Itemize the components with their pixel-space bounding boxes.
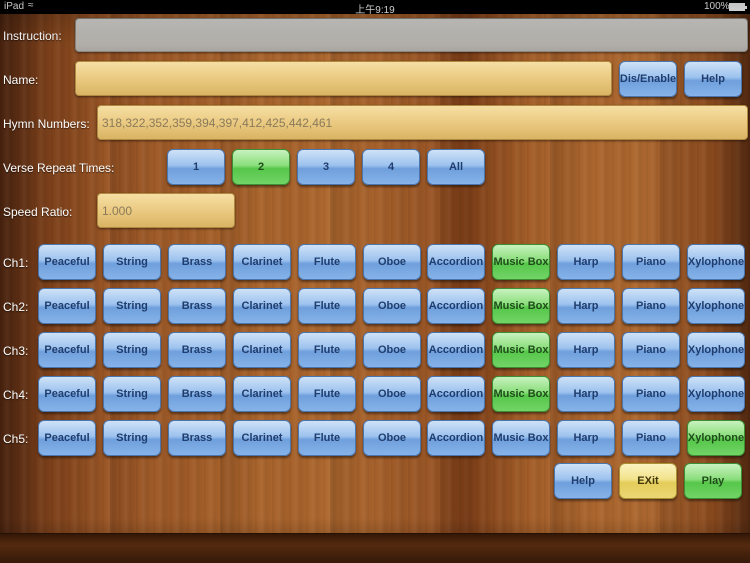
ch1-accordion-button[interactable]: Accordion (427, 244, 485, 280)
ch5-xylophone-button[interactable]: Xylophone (687, 420, 745, 456)
ch5-flute-button[interactable]: Flute (298, 420, 356, 456)
help-top-button[interactable]: Help (684, 61, 742, 97)
ch4-clarinet-button[interactable]: Clarinet (233, 376, 291, 412)
ch3-flute-button[interactable]: Flute (298, 332, 356, 368)
bottom-wood-plank (0, 533, 750, 563)
ch2-oboe-button[interactable]: Oboe (363, 288, 421, 324)
ch4-oboe-button[interactable]: Oboe (363, 376, 421, 412)
ch4-piano-button[interactable]: Piano (622, 376, 680, 412)
speed-ratio-input[interactable]: 1.000 (97, 193, 235, 228)
channel-1-label: Ch1: (3, 256, 29, 270)
verse-option-1-button[interactable]: 1 (167, 149, 225, 185)
ch3-clarinet-button[interactable]: Clarinet (233, 332, 291, 368)
ch4-accordion-button[interactable]: Accordion (427, 376, 485, 412)
ch4-music-box-button[interactable]: Music Box (492, 376, 550, 412)
name-input[interactable] (75, 61, 612, 96)
ch1-peaceful-button[interactable]: Peaceful (38, 244, 96, 280)
instruction-field (75, 18, 748, 52)
ch5-string-button[interactable]: String (103, 420, 161, 456)
ch4-string-button[interactable]: String (103, 376, 161, 412)
ch3-music-box-button[interactable]: Music Box (492, 332, 550, 368)
ch4-flute-button[interactable]: Flute (298, 376, 356, 412)
ch2-string-button[interactable]: String (103, 288, 161, 324)
speed-ratio-label: Speed Ratio: (3, 205, 73, 219)
battery-icon (729, 3, 747, 11)
ch1-xylophone-button[interactable]: Xylophone (687, 244, 745, 280)
ch1-clarinet-button[interactable]: Clarinet (233, 244, 291, 280)
ch1-brass-button[interactable]: Brass (168, 244, 226, 280)
ch4-peaceful-button[interactable]: Peaceful (38, 376, 96, 412)
exit-button[interactable]: EXit (619, 463, 677, 499)
dis-enable-button[interactable]: Dis/Enable (619, 61, 677, 97)
channel-3-label: Ch3: (3, 344, 29, 358)
ch2-accordion-button[interactable]: Accordion (427, 288, 485, 324)
channel-4-label: Ch4: (3, 388, 29, 402)
ch2-harp-button[interactable]: Harp (557, 288, 615, 324)
ch5-music-box-button[interactable]: Music Box (492, 420, 550, 456)
ch4-harp-button[interactable]: Harp (557, 376, 615, 412)
ch2-clarinet-button[interactable]: Clarinet (233, 288, 291, 324)
help-bottom-button[interactable]: Help (554, 463, 612, 499)
ch3-brass-button[interactable]: Brass (168, 332, 226, 368)
verse-option-all-button[interactable]: All (427, 149, 485, 185)
ch3-oboe-button[interactable]: Oboe (363, 332, 421, 368)
ch5-oboe-button[interactable]: Oboe (363, 420, 421, 456)
channel-5-label: Ch5: (3, 432, 29, 446)
ch2-piano-button[interactable]: Piano (622, 288, 680, 324)
ch3-string-button[interactable]: String (103, 332, 161, 368)
ch3-harp-button[interactable]: Harp (557, 332, 615, 368)
ch5-clarinet-button[interactable]: Clarinet (233, 420, 291, 456)
hymn-numbers-label: Hymn Numbers: (3, 117, 90, 131)
ch1-harp-button[interactable]: Harp (557, 244, 615, 280)
ch1-piano-button[interactable]: Piano (622, 244, 680, 280)
ch3-peaceful-button[interactable]: Peaceful (38, 332, 96, 368)
status-bar: iPad ≈ 上午9:19 100% (0, 0, 750, 16)
name-label: Name: (3, 73, 39, 87)
play-button[interactable]: Play (684, 463, 742, 499)
ch5-harp-button[interactable]: Harp (557, 420, 615, 456)
ch3-xylophone-button[interactable]: Xylophone (687, 332, 745, 368)
battery-percent: 100% (704, 1, 730, 12)
verse-option-2-button[interactable]: 2 (232, 149, 290, 185)
ch1-string-button[interactable]: String (103, 244, 161, 280)
ch4-xylophone-button[interactable]: Xylophone (687, 376, 745, 412)
ch2-xylophone-button[interactable]: Xylophone (687, 288, 745, 324)
ch5-piano-button[interactable]: Piano (622, 420, 680, 456)
hymn-numbers-input[interactable]: 318,322,352,359,394,397,412,425,442,461 (97, 105, 748, 140)
ch5-brass-button[interactable]: Brass (168, 420, 226, 456)
ch1-flute-button[interactable]: Flute (298, 244, 356, 280)
ch2-brass-button[interactable]: Brass (168, 288, 226, 324)
ch4-brass-button[interactable]: Brass (168, 376, 226, 412)
ch1-oboe-button[interactable]: Oboe (363, 244, 421, 280)
verse-repeat-label: Verse Repeat Times: (3, 161, 115, 175)
ch5-peaceful-button[interactable]: Peaceful (38, 420, 96, 456)
ch2-music-box-button[interactable]: Music Box (492, 288, 550, 324)
ch2-peaceful-button[interactable]: Peaceful (38, 288, 96, 324)
status-time: 上午9:19 (355, 5, 395, 16)
verse-option-3-button[interactable]: 3 (297, 149, 355, 185)
ch3-accordion-button[interactable]: Accordion (427, 332, 485, 368)
instruction-label: Instruction: (3, 29, 62, 43)
channel-2-label: Ch2: (3, 300, 29, 314)
ch2-flute-button[interactable]: Flute (298, 288, 356, 324)
ch5-accordion-button[interactable]: Accordion (427, 420, 485, 456)
ch1-music-box-button[interactable]: Music Box (492, 244, 550, 280)
verse-option-4-button[interactable]: 4 (362, 149, 420, 185)
ch3-piano-button[interactable]: Piano (622, 332, 680, 368)
